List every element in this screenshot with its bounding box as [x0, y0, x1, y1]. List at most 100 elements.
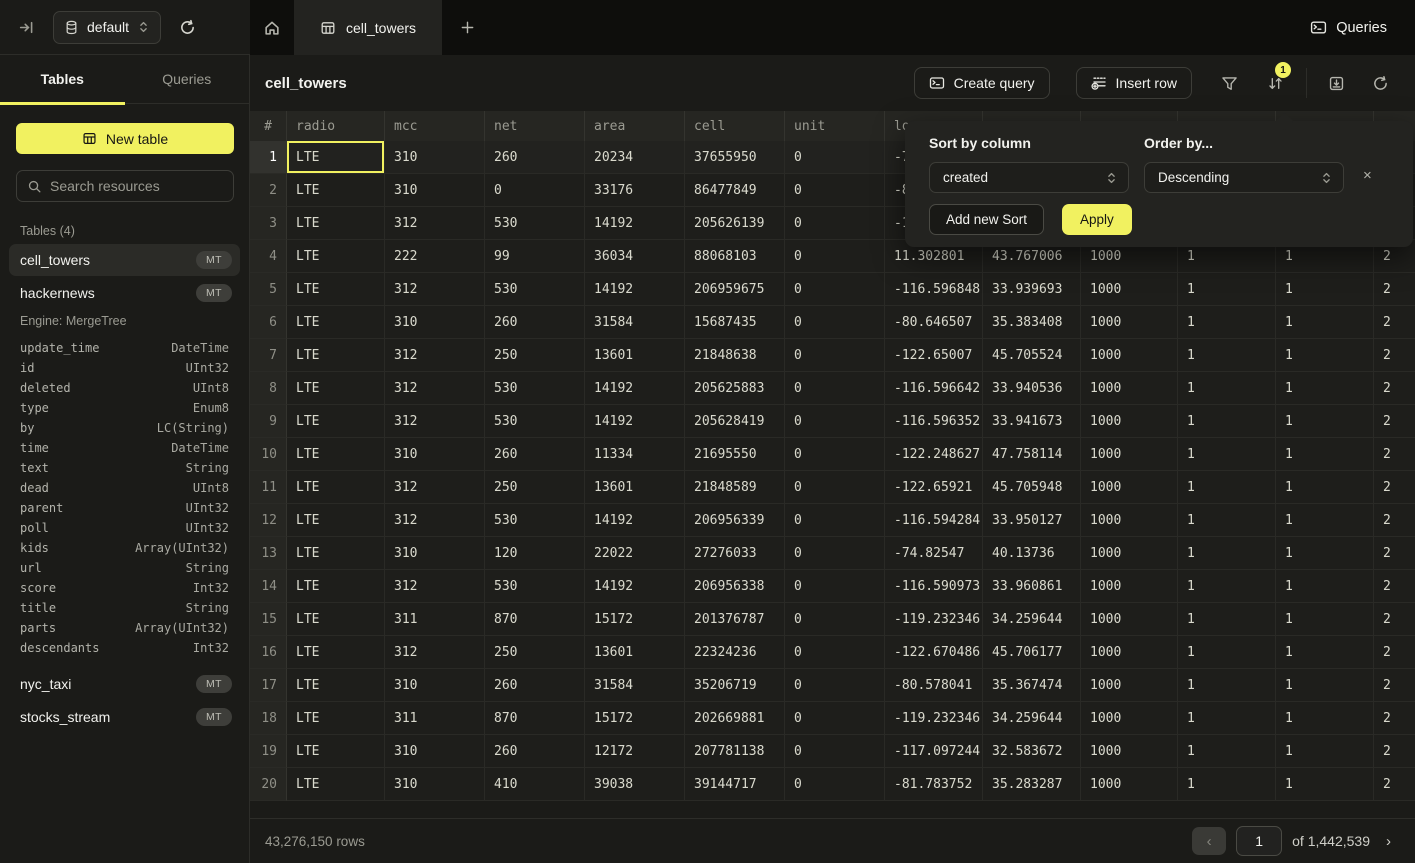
grid-cell[interactable]: 1: [1276, 702, 1374, 735]
grid-cell[interactable]: 14192: [585, 570, 685, 603]
grid-cell[interactable]: 33.941673: [983, 405, 1081, 438]
grid-cell[interactable]: 1: [1276, 603, 1374, 636]
grid-cell[interactable]: 0: [785, 504, 885, 537]
grid-cell[interactable]: 14192: [585, 504, 685, 537]
grid-cell[interactable]: 2: [1374, 405, 1415, 438]
grid-cell[interactable]: 260: [485, 735, 585, 768]
column-header-area[interactable]: area: [585, 111, 685, 141]
grid-cell[interactable]: LTE: [287, 438, 385, 471]
grid-cell[interactable]: 15172: [585, 603, 685, 636]
row-number[interactable]: 19: [250, 735, 287, 768]
grid-cell[interactable]: 33176: [585, 174, 685, 207]
grid-cell[interactable]: 1: [1276, 735, 1374, 768]
grid-cell[interactable]: 0: [785, 735, 885, 768]
grid-cell[interactable]: 1000: [1081, 438, 1178, 471]
row-number[interactable]: 11: [250, 471, 287, 504]
grid-cell[interactable]: 530: [485, 207, 585, 240]
apply-sort-button[interactable]: Apply: [1062, 204, 1132, 235]
sidebar-table-item-cell_towers[interactable]: cell_towersMT: [9, 244, 240, 276]
grid-cell[interactable]: 1000: [1081, 471, 1178, 504]
grid-cell[interactable]: -116.596848: [885, 273, 983, 306]
grid-cell[interactable]: 0: [485, 174, 585, 207]
grid-cell[interactable]: 2: [1374, 306, 1415, 339]
sidebar-tab-tables[interactable]: Tables: [0, 55, 125, 103]
new-table-button[interactable]: New table: [16, 123, 234, 154]
grid-cell[interactable]: 0: [785, 537, 885, 570]
remove-sort-button[interactable]: ×: [1363, 168, 1372, 183]
grid-cell[interactable]: 14192: [585, 273, 685, 306]
row-number[interactable]: 18: [250, 702, 287, 735]
grid-cell[interactable]: LTE: [287, 636, 385, 669]
grid-cell[interactable]: -122.248627: [885, 438, 983, 471]
grid-cell[interactable]: 202669881: [685, 702, 785, 735]
grid-cell[interactable]: 1: [1276, 504, 1374, 537]
grid-cell[interactable]: 205625883: [685, 372, 785, 405]
grid-cell[interactable]: 260: [485, 141, 585, 174]
grid-cell[interactable]: 0: [785, 141, 885, 174]
grid-cell[interactable]: LTE: [287, 405, 385, 438]
grid-cell[interactable]: 1: [1276, 471, 1374, 504]
grid-cell[interactable]: 410: [485, 768, 585, 801]
grid-cell[interactable]: -116.590973: [885, 570, 983, 603]
grid-cell[interactable]: 13601: [585, 636, 685, 669]
grid-cell[interactable]: 33.950127: [983, 504, 1081, 537]
grid-cell[interactable]: 47.758114: [983, 438, 1081, 471]
export-button[interactable]: [1319, 67, 1353, 99]
grid-cell[interactable]: 205628419: [685, 405, 785, 438]
grid-cell[interactable]: 1: [1178, 669, 1276, 702]
refresh-connection-button[interactable]: [175, 15, 200, 40]
grid-cell[interactable]: 2: [1374, 768, 1415, 801]
grid-cell[interactable]: 1: [1276, 306, 1374, 339]
add-new-sort-button[interactable]: Add new Sort: [929, 204, 1044, 235]
grid-cell[interactable]: 311: [385, 603, 485, 636]
grid-cell[interactable]: 250: [485, 471, 585, 504]
grid-cell[interactable]: 1000: [1081, 273, 1178, 306]
grid-cell[interactable]: 260: [485, 669, 585, 702]
grid-cell[interactable]: 1: [1276, 537, 1374, 570]
grid-cell[interactable]: 310: [385, 141, 485, 174]
row-number[interactable]: 7: [250, 339, 287, 372]
grid-cell[interactable]: 530: [485, 372, 585, 405]
grid-cell[interactable]: 310: [385, 768, 485, 801]
grid-cell[interactable]: 12172: [585, 735, 685, 768]
database-selector[interactable]: default: [53, 11, 161, 44]
grid-cell[interactable]: 1: [1178, 504, 1276, 537]
grid-cell[interactable]: 1: [1276, 768, 1374, 801]
grid-cell[interactable]: 1: [1178, 768, 1276, 801]
grid-cell[interactable]: 40.13736: [983, 537, 1081, 570]
grid-cell[interactable]: 2: [1374, 636, 1415, 669]
column-header-mcc[interactable]: mcc: [385, 111, 485, 141]
grid-cell[interactable]: LTE: [287, 537, 385, 570]
row-number[interactable]: 16: [250, 636, 287, 669]
grid-cell[interactable]: -116.596642: [885, 372, 983, 405]
grid-cell[interactable]: 0: [785, 438, 885, 471]
grid-cell[interactable]: 1000: [1081, 372, 1178, 405]
grid-cell[interactable]: 2: [1374, 603, 1415, 636]
refresh-table-button[interactable]: [1363, 67, 1397, 99]
search-input[interactable]: [50, 178, 231, 194]
row-number[interactable]: 2: [250, 174, 287, 207]
grid-cell[interactable]: 32.583672: [983, 735, 1081, 768]
sidebar-tab-queries[interactable]: Queries: [125, 55, 250, 103]
grid-cell[interactable]: 14192: [585, 207, 685, 240]
grid-cell[interactable]: 530: [485, 570, 585, 603]
grid-cell[interactable]: 1: [1276, 570, 1374, 603]
sort-button[interactable]: 1: [1258, 67, 1292, 99]
grid-cell[interactable]: 0: [785, 306, 885, 339]
column-header-unit[interactable]: unit: [785, 111, 885, 141]
grid-cell[interactable]: 1: [1276, 372, 1374, 405]
next-page-button[interactable]: ›: [1380, 829, 1397, 854]
sidebar-table-item-stocks_stream[interactable]: stocks_streamMT: [9, 701, 240, 733]
grid-cell[interactable]: 35.367474: [983, 669, 1081, 702]
page-number-input[interactable]: [1236, 826, 1282, 856]
grid-cell[interactable]: 312: [385, 504, 485, 537]
grid-cell[interactable]: 27276033: [685, 537, 785, 570]
grid-cell[interactable]: -119.232346: [885, 702, 983, 735]
grid-cell[interactable]: 13601: [585, 471, 685, 504]
grid-cell[interactable]: 1: [1178, 372, 1276, 405]
grid-cell[interactable]: 37655950: [685, 141, 785, 174]
grid-cell[interactable]: -81.783752: [885, 768, 983, 801]
grid-cell[interactable]: 1000: [1081, 636, 1178, 669]
column-header-radio[interactable]: radio: [287, 111, 385, 141]
grid-cell[interactable]: -117.097244: [885, 735, 983, 768]
